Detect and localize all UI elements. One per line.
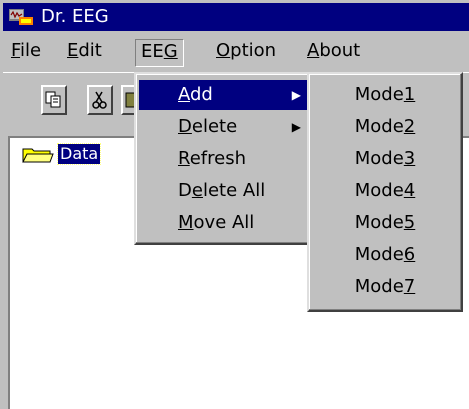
- submenu-item-mode6[interactable]: Mode6: [312, 240, 458, 270]
- add-submenu: Mode1 Mode2 Mode3 Mode4 Mode5 Mode6 Mode…: [307, 72, 463, 312]
- submenu-arrow-icon: ▶: [291, 120, 301, 134]
- submenu-item-mode7[interactable]: Mode7: [312, 272, 458, 302]
- title-bar[interactable]: Dr. EEG: [3, 3, 469, 31]
- menu-item-refresh[interactable]: Refresh: [139, 144, 309, 174]
- menu-eeg[interactable]: EEG: [135, 39, 184, 67]
- eeg-dropdown-menu: Add ▶ Delete ▶ Refresh Delete All Move A…: [134, 72, 314, 245]
- window-title: Dr. EEG: [41, 6, 109, 27]
- app-window: Dr. EEG File Edit EEG Option About Data …: [0, 0, 469, 409]
- submenu-arrow-icon: ▶: [291, 88, 301, 102]
- menu-item-delete-all[interactable]: Delete All: [139, 176, 309, 206]
- menu-file[interactable]: File: [6, 39, 46, 65]
- menu-item-move-all[interactable]: Move All: [139, 208, 309, 238]
- menu-about[interactable]: About: [302, 39, 365, 65]
- menu-option[interactable]: Option: [211, 39, 281, 65]
- submenu-item-mode2[interactable]: Mode2: [312, 112, 458, 142]
- folder-icon: [22, 148, 54, 163]
- cut-button[interactable]: [87, 85, 113, 115]
- menu-edit[interactable]: Edit: [62, 39, 107, 65]
- copy-button[interactable]: [41, 85, 67, 115]
- tree-item-label: Data: [56, 143, 102, 165]
- menu-bar: File Edit EEG Option About: [3, 33, 469, 67]
- submenu-item-mode5[interactable]: Mode5: [312, 208, 458, 238]
- submenu-item-mode3[interactable]: Mode3: [312, 144, 458, 174]
- app-icon: [9, 9, 33, 25]
- menu-item-add[interactable]: Add ▶: [139, 80, 309, 110]
- cut-icon: [92, 91, 107, 109]
- copy-icon: [45, 91, 61, 108]
- submenu-item-mode4[interactable]: Mode4: [312, 176, 458, 206]
- menu-item-delete[interactable]: Delete ▶: [139, 112, 309, 142]
- submenu-item-mode1[interactable]: Mode1: [312, 80, 458, 110]
